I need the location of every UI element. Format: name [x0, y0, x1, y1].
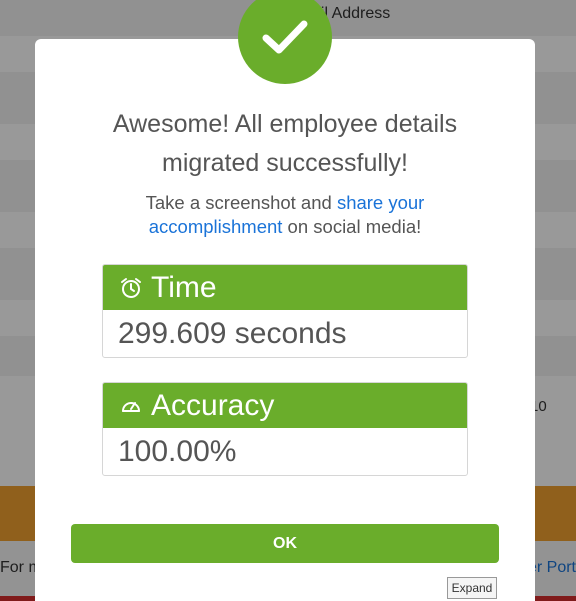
- ok-button[interactable]: OK: [71, 524, 499, 563]
- time-stat-label: Time: [151, 270, 217, 304]
- speedometer-icon: [119, 394, 143, 418]
- checkmark-icon: [262, 20, 308, 54]
- accuracy-stat-label: Accuracy: [151, 388, 275, 422]
- expand-button[interactable]: Expand: [447, 577, 497, 599]
- modal-title-line: Awesome! All employee details: [112, 110, 458, 138]
- accuracy-stat-header: Accuracy: [103, 383, 467, 428]
- share-link[interactable]: share your: [337, 192, 424, 213]
- page: ail Address 10 For m er Port Awesome! Al…: [0, 0, 576, 601]
- share-link-continued[interactable]: accomplishment: [149, 216, 283, 237]
- subtitle-text: on social media!: [282, 216, 422, 237]
- accuracy-stat-value: 100.00%: [118, 434, 237, 468]
- accuracy-stat-box: Accuracy 100.00%: [102, 382, 468, 476]
- time-stat-header: Time: [103, 265, 467, 310]
- time-stat-value: 299.609 seconds: [118, 316, 347, 350]
- subtitle-text: Take a screenshot and: [145, 192, 337, 213]
- modal-title-line: migrated successfully!: [162, 149, 408, 177]
- modal-subtitle: Take a screenshot and share your accompl…: [35, 191, 535, 239]
- modal-title: Awesome! All employee details migrated s…: [35, 105, 535, 183]
- alarm-clock-icon: [119, 276, 143, 300]
- time-stat-box: Time 299.609 seconds: [102, 264, 468, 358]
